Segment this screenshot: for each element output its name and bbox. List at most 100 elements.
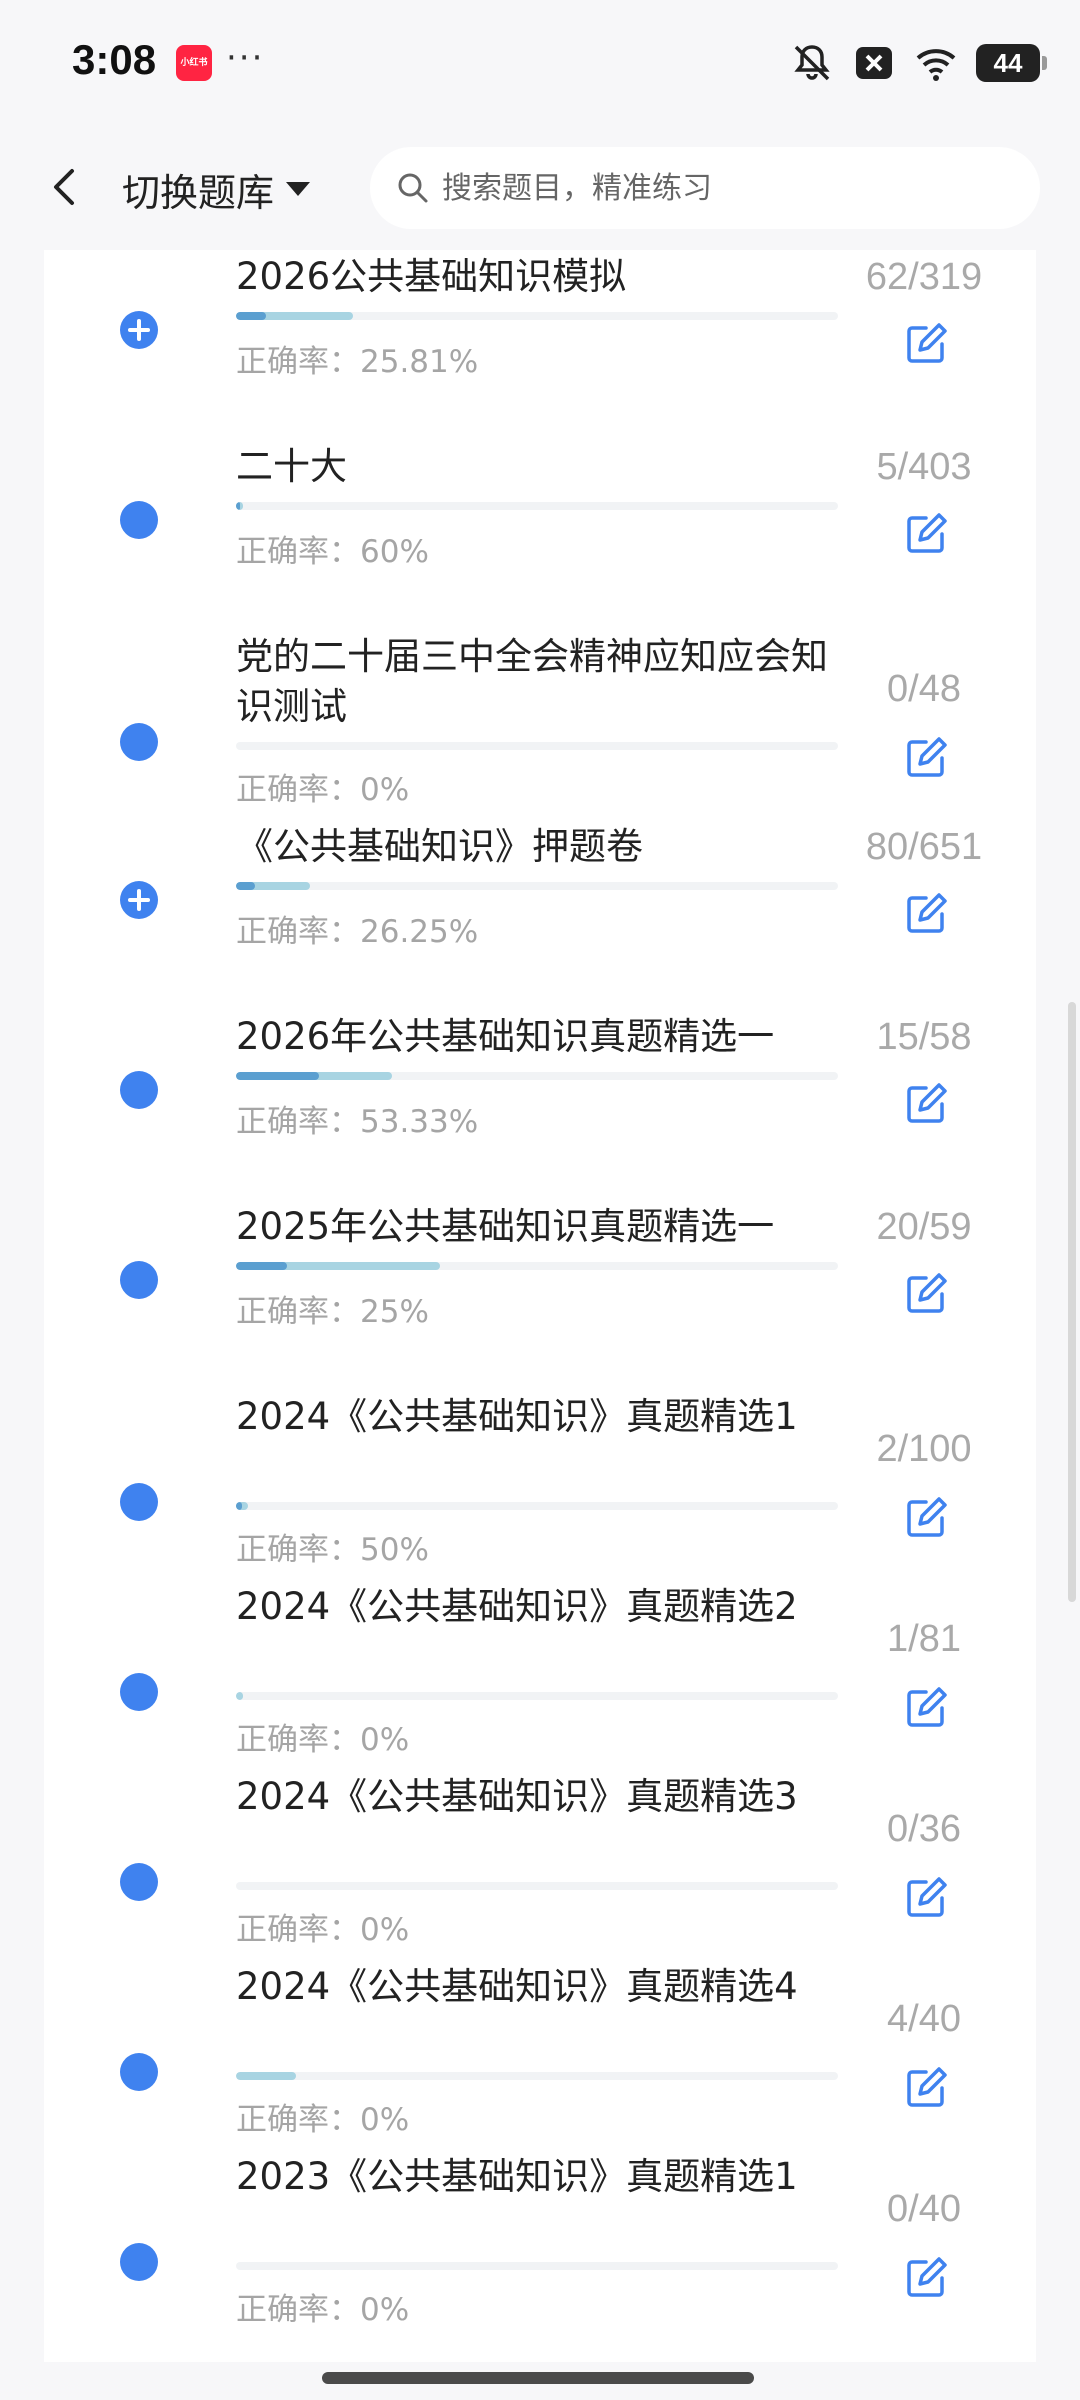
status-dot-icon (120, 1483, 158, 1521)
accuracy-rate: 正确率：53.33% (236, 1104, 479, 1140)
status-dot-icon (120, 723, 158, 761)
expand-plus-icon[interactable] (120, 311, 158, 349)
switch-question-bank-label: 切换题库 (122, 170, 275, 215)
status-dot-icon (120, 2053, 158, 2091)
progress-count: 5/403 (876, 446, 972, 488)
item-title: 2026年公共基础知识真题精选一 (236, 1015, 775, 1058)
accuracy-rate: 正确率：25.81% (236, 344, 479, 380)
edit-practice-icon[interactable] (904, 1684, 950, 1730)
progress-bar (236, 1262, 838, 1270)
app-notification-icon: 小红书 (176, 45, 212, 81)
progress-bar (236, 1502, 838, 1510)
status-dot-icon (120, 1863, 158, 1901)
more-notifications-icon: ··· (226, 38, 265, 78)
item-title: 2024《公共基础知识》真题精选1 (236, 1395, 798, 1438)
progress-count: 2/100 (876, 1428, 972, 1470)
list-item[interactable]: 2025年公共基础知识真题精选一正确率：25% 20/59 (44, 1194, 1036, 1384)
progress-bar (236, 742, 838, 750)
search-input[interactable] (442, 170, 1002, 206)
edit-practice-icon[interactable] (904, 1080, 950, 1126)
progress-count: 80/651 (865, 826, 983, 868)
list-item[interactable]: 二十大正确率：60% 5/403 (44, 434, 1036, 624)
list-item[interactable]: 2024《公共基础知识》真题精选3 正确率：0% 0/36 (44, 1764, 1036, 1954)
scrollbar[interactable] (1068, 1002, 1076, 1602)
status-dot-icon (120, 1261, 158, 1299)
status-dot-icon (120, 1071, 158, 1109)
list-item[interactable]: 《公共基础知识》押题卷正确率：26.25% 80/651 (44, 814, 1036, 1004)
accuracy-rate: 正确率：0% (236, 772, 410, 808)
edit-practice-icon[interactable] (904, 1494, 950, 1540)
edit-practice-icon[interactable] (904, 1874, 950, 1920)
status-bar: 3:08 小红书 ··· 44 (0, 0, 1080, 125)
progress-correct (236, 1262, 287, 1270)
edit-practice-icon[interactable] (904, 1270, 950, 1316)
progress-count: 62/319 (865, 256, 983, 298)
progress-correct (236, 1502, 242, 1510)
list-item[interactable]: 2026公共基础知识模拟正确率：25.81% 62/319 (44, 250, 1036, 434)
item-title: 2024《公共基础知识》真题精选2 (236, 1585, 798, 1628)
list-item[interactable]: 党的二十届三中全会精神应知应会知识测试正确率：0% 0/48 (44, 624, 1036, 814)
edit-practice-icon[interactable] (904, 734, 950, 780)
progress-count: 20/59 (876, 1206, 972, 1248)
accuracy-rate: 正确率：0% (236, 2102, 410, 2138)
progress-bar (236, 1692, 838, 1700)
item-title: 2025年公共基础知识真题精选一 (236, 1205, 775, 1248)
progress-count: 0/40 (887, 2188, 961, 2230)
edit-practice-icon[interactable] (904, 890, 950, 936)
expand-plus-icon[interactable] (120, 881, 158, 919)
progress-bar (236, 882, 838, 890)
item-title: 二十大 (236, 445, 347, 488)
progress-bar (236, 2262, 838, 2270)
item-title: 党的二十届三中全会精神应知应会知识测试 (236, 635, 828, 728)
item-title: 《公共基础知识》押题卷 (236, 825, 643, 868)
edit-practice-icon[interactable] (904, 510, 950, 556)
switch-question-bank-button[interactable]: 切换题库 (122, 161, 312, 217)
list-item[interactable]: 2024《公共基础知识》真题精选2 正确率：0% 1/81 (44, 1574, 1036, 1764)
accuracy-rate: 正确率：26.25% (236, 914, 479, 950)
progress-correct (236, 312, 266, 320)
bell-off-icon (794, 45, 830, 81)
accuracy-rate: 正确率：0% (236, 1722, 410, 1758)
question-bank-list[interactable]: 2026公共基础知识模拟正确率：25.81% 62/319 二十大正确率：60% 5/… (44, 250, 1036, 2362)
caret-down-icon (286, 182, 311, 196)
list-item[interactable]: 2023《公共基础知识》真题精选1 正确率：0% 0/40 (44, 2144, 1036, 2334)
status-time: 3:08 (72, 36, 157, 83)
edit-practice-icon[interactable] (904, 2064, 950, 2110)
accuracy-rate: 正确率：0% (236, 2292, 410, 2328)
progress-bar (236, 2072, 838, 2080)
progress-count: 0/36 (887, 1808, 961, 1850)
back-arrow-icon[interactable] (40, 159, 90, 215)
status-dot-icon (120, 501, 158, 539)
wifi-icon (916, 49, 956, 81)
progress-done (236, 1692, 243, 1700)
home-indicator[interactable] (322, 2372, 754, 2384)
progress-bar (236, 312, 838, 320)
close-box-icon (856, 47, 892, 79)
item-title: 2026公共基础知识模拟 (236, 255, 627, 298)
battery-icon: 44 (976, 44, 1047, 82)
edit-practice-icon[interactable] (904, 320, 950, 366)
accuracy-rate: 正确率：60% (236, 534, 429, 570)
progress-correct (236, 882, 255, 890)
edit-practice-icon[interactable] (904, 2254, 950, 2300)
search-bar[interactable] (370, 147, 1040, 229)
list-item[interactable]: 2024《公共基础知识》真题精选4 正确率：0% 4/40 (44, 1954, 1036, 2144)
item-title: 2024《公共基础知识》真题精选4 (236, 1965, 798, 2008)
progress-bar (236, 502, 838, 510)
progress-count: 0/48 (887, 668, 961, 710)
progress-correct (236, 1072, 319, 1080)
item-title: 2023《公共基础知识》真题精选1 (236, 2155, 798, 2198)
progress-bar (236, 1072, 838, 1080)
top-bar: 切换题库 (0, 125, 1080, 250)
accuracy-rate: 正确率：25% (236, 1294, 429, 1330)
progress-count: 1/81 (887, 1618, 961, 1660)
progress-done (236, 2072, 296, 2080)
status-dot-icon (120, 2243, 158, 2281)
status-icons: 44 (790, 38, 1047, 88)
status-dot-icon (120, 1673, 158, 1711)
accuracy-rate: 正确率：0% (236, 1912, 410, 1948)
progress-correct (236, 502, 240, 510)
list-item[interactable]: 2024《公共基础知识》真题精选1 正确率：50% 2/100 (44, 1384, 1036, 1574)
progress-count: 15/58 (876, 1016, 972, 1058)
list-item[interactable]: 2026年公共基础知识真题精选一正确率：53.33% 15/58 (44, 1004, 1036, 1194)
